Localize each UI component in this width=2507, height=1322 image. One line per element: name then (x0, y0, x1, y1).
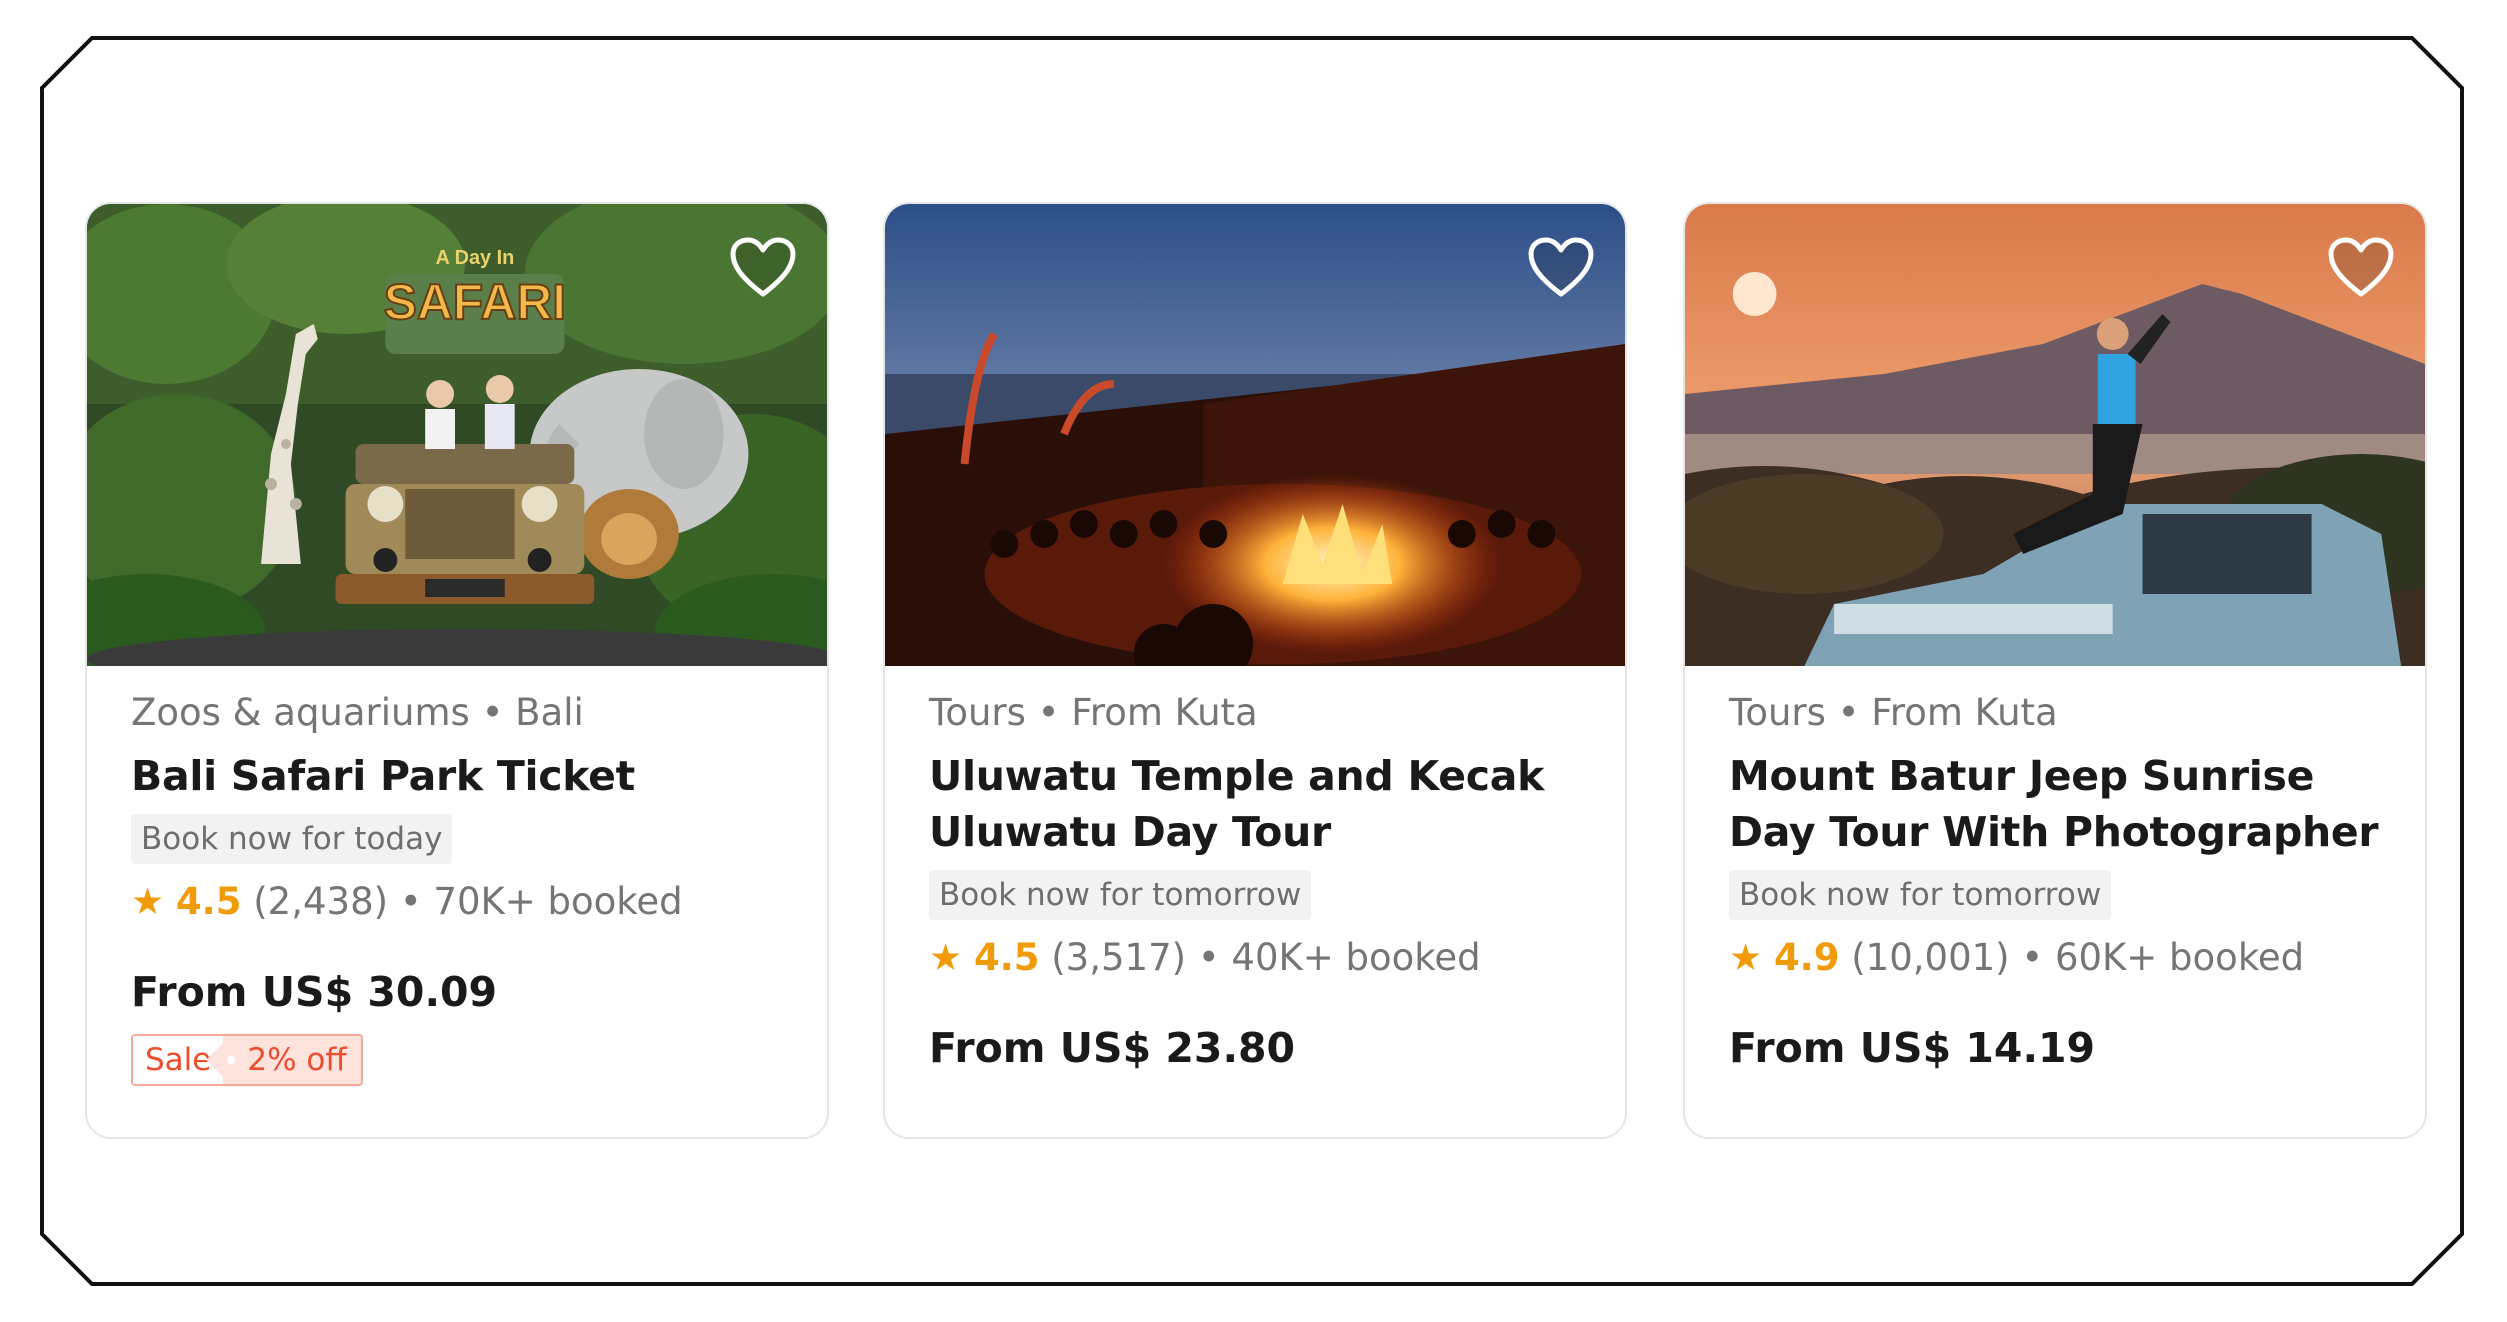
availability-badge: Book now for tomorrow (929, 870, 1312, 920)
rating-value: 4.5 (175, 880, 242, 923)
card-body: Zoos & aquariums • Bali Bali Safari Park… (87, 666, 827, 1086)
rating-value: 4.5 (973, 936, 1040, 979)
image-sign-top: A Day In (435, 247, 514, 269)
activity-card-bali-safari[interactable]: A Day In SAFARI Zoos & aquariums • Bali … (85, 202, 829, 1139)
sale-badge: Sale 2% off (131, 1034, 363, 1086)
price: From US$ 30.09 (131, 968, 498, 1016)
price: From US$ 23.80 (929, 1024, 1296, 1072)
card-body: Tours • From Kuta Mount Batur Jeep Sunri… (1685, 666, 2425, 1076)
card-image-batur[interactable] (1685, 204, 2425, 666)
kecak-photo (885, 204, 1625, 666)
availability-badge: Book now for tomorrow (1729, 870, 2112, 920)
card-body: Tours • From Kuta Uluwatu Temple and Kec… (885, 666, 1625, 1076)
review-count: (2,438) (253, 880, 389, 923)
wishlist-heart-icon[interactable] (1527, 236, 1595, 300)
card-image-safari[interactable]: A Day In SAFARI (87, 204, 827, 666)
booked-count: • 70K+ booked (399, 880, 683, 923)
wishlist-heart-icon[interactable] (729, 236, 797, 300)
card-title[interactable]: Bali Safari Park Ticket (131, 748, 783, 804)
card-category: Zoos & aquariums • Bali (131, 691, 584, 734)
wishlist-heart-icon[interactable] (2327, 236, 2395, 300)
card-title[interactable]: Mount Batur Jeep Sunrise Day Tour With P… (1729, 748, 2381, 860)
safari-photo: A Day In SAFARI (87, 204, 827, 666)
activity-card-uluwatu[interactable]: Tours • From Kuta Uluwatu Temple and Kec… (883, 202, 1627, 1139)
price: From US$ 14.19 (1729, 1024, 2096, 1072)
card-category: Tours • From Kuta (1729, 691, 2058, 734)
booked-count: • 40K+ booked (1197, 936, 1481, 979)
rating-row: ★ 4.5 (3,517) • 40K+ booked (929, 932, 1581, 984)
booked-count: • 60K+ booked (2021, 936, 2305, 979)
rating-value: 4.9 (1773, 936, 1840, 979)
star-icon: ★ (929, 936, 963, 979)
activity-card-mount-batur[interactable]: Tours • From Kuta Mount Batur Jeep Sunri… (1683, 202, 2427, 1139)
image-sign-main: SAFARI (384, 274, 566, 330)
star-icon: ★ (1729, 936, 1763, 979)
discount-label: 2% off (223, 1036, 361, 1084)
rating-row: ★ 4.5 (2,438) • 70K+ booked (131, 876, 783, 928)
card-title[interactable]: Uluwatu Temple and Kecak Uluwatu Day Tou… (929, 748, 1581, 860)
card-image-uluwatu[interactable] (885, 204, 1625, 666)
review-count: (3,517) (1051, 936, 1187, 979)
sunrise-jeep-photo (1685, 204, 2425, 666)
card-category: Tours • From Kuta (929, 691, 1258, 734)
availability-badge: Book now for today (131, 814, 453, 864)
star-icon: ★ (131, 880, 165, 923)
review-count: (10,001) (1851, 936, 2010, 979)
rating-row: ★ 4.9 (10,001) • 60K+ booked (1729, 932, 2381, 984)
